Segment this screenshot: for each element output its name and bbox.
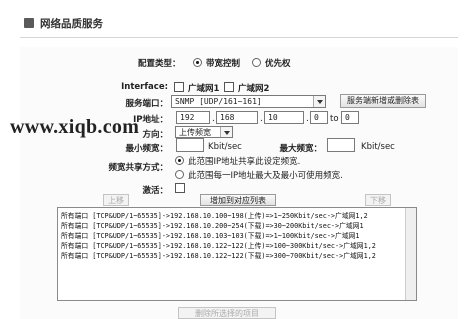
chevron-down-icon <box>220 127 232 137</box>
ip-dot: . <box>260 114 263 124</box>
radio-priority[interactable] <box>252 58 261 67</box>
wan1-checkbox[interactable] <box>174 82 184 92</box>
list-item[interactable]: 所有端口 [TCP&UDP/1~65535]->192.168.10.122~1… <box>58 251 416 261</box>
rules-list[interactable]: 所有端口 [TCP&UDP/1~65535]->192.168.10.100~1… <box>57 207 417 301</box>
list-scrollbar[interactable] <box>405 208 416 300</box>
max-bandwidth-label: 最大频宽： <box>279 144 322 154</box>
radio-bandwidth-control-label: 带宽控制 <box>206 59 241 69</box>
move-down-button[interactable]: 下移 <box>365 194 391 206</box>
max-bandwidth-unit: Kbit/sec <box>361 142 395 152</box>
service-table-button[interactable]: 服务端新增或删除表 <box>340 94 426 108</box>
radio-per-ip[interactable] <box>175 170 184 179</box>
service-port-value: SNMP [UDP/161~161] <box>175 97 262 106</box>
direction-select[interactable]: 上传频宽 <box>175 126 233 138</box>
wan2-checkbox[interactable] <box>224 82 234 92</box>
page-title: 网络品质服务 <box>40 18 103 30</box>
ip-octet-4[interactable]: 0 <box>310 111 328 124</box>
ip-range-end[interactable]: 0 <box>341 111 359 124</box>
section-icon <box>24 18 34 28</box>
add-to-list-button[interactable]: 增加到对应列表 <box>200 194 276 206</box>
ip-octet-3[interactable]: 10 <box>264 111 304 124</box>
ip-to-label: to <box>330 114 339 124</box>
config-type-label: 配置类型： <box>138 59 181 69</box>
ip-dot: . <box>212 114 215 124</box>
header-divider <box>20 37 458 38</box>
min-bandwidth-label: 最小频宽： <box>125 144 168 154</box>
list-item[interactable]: 所有端口 [TCP&UDP/1~65535]->192.168.10.200~2… <box>58 221 416 231</box>
direction-value: 上传频宽 <box>179 128 211 137</box>
min-bandwidth-unit: Kbit/sec <box>208 142 242 152</box>
chevron-down-icon <box>313 96 325 107</box>
radio-per-ip-label: 此范围每一IP地址最大及最小可使用频宽. <box>188 171 343 181</box>
ip-octet-2[interactable]: 168 <box>216 111 258 124</box>
service-port-label: 服务端口： <box>125 99 168 109</box>
sharing-mode-label: 频宽共享方式： <box>108 163 168 173</box>
radio-bandwidth-control[interactable] <box>193 58 202 67</box>
max-bandwidth-input[interactable] <box>327 138 355 152</box>
list-item[interactable]: 所有端口 [TCP&UDP/1~65535]->192.168.10.100~1… <box>58 211 416 221</box>
radio-shared-range[interactable] <box>175 156 184 165</box>
activate-checkbox[interactable] <box>175 183 185 193</box>
delete-selected-button[interactable]: 删除所选择的项目 <box>178 307 276 319</box>
list-item[interactable]: 所有端口 [TCP&UDP/1~65535]->192.168.10.103~1… <box>58 231 416 241</box>
wan1-label: 广域网1 <box>188 84 220 94</box>
radio-shared-range-label: 此范围IP地址共享此设定频宽. <box>188 157 301 167</box>
move-up-button[interactable]: 上移 <box>103 194 129 206</box>
radio-priority-label: 优先权 <box>265 59 291 69</box>
ip-dot: . <box>306 114 309 124</box>
list-item[interactable]: 所有端口 [TCP&UDP/1~65535]->192.168.10.122~1… <box>58 241 416 251</box>
ip-octet-1[interactable]: 192 <box>176 111 210 124</box>
interface-label: Interface: <box>121 82 168 92</box>
service-port-select[interactable]: SNMP [UDP/161~161] <box>171 95 326 108</box>
wan2-label: 广域网2 <box>238 84 270 94</box>
min-bandwidth-input[interactable] <box>176 138 204 152</box>
watermark: www.xiqb.com <box>10 116 140 138</box>
